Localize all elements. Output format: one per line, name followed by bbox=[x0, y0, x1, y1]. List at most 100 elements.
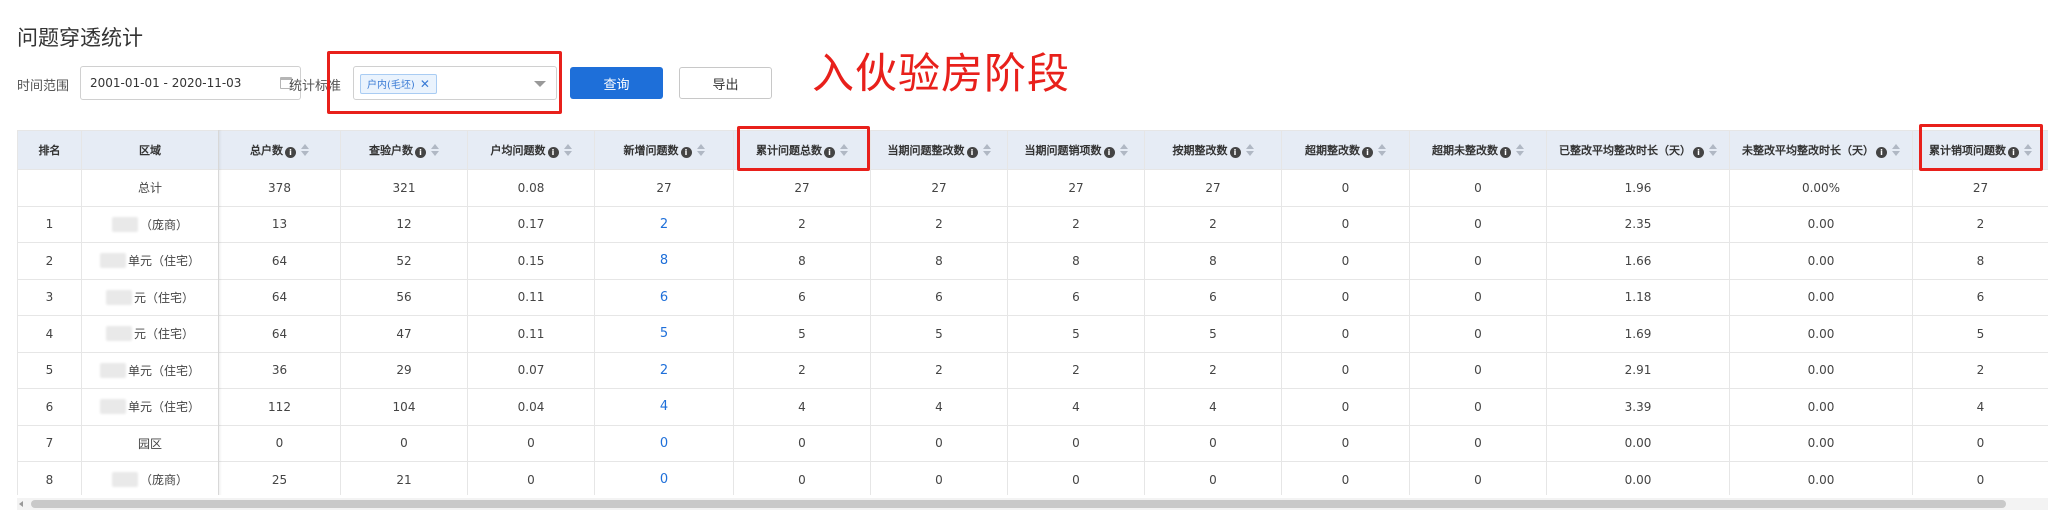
table-cell: 8 bbox=[1912, 242, 2048, 280]
table-cell: 25 bbox=[218, 461, 341, 495]
sort-icon[interactable] bbox=[1709, 144, 1717, 156]
info-icon[interactable]: i bbox=[285, 147, 296, 158]
new-issues-link[interactable]: 2 bbox=[660, 217, 668, 232]
sort-icon[interactable] bbox=[563, 144, 572, 156]
table-cell[interactable]: 4 bbox=[594, 388, 734, 426]
info-icon[interactable]: i bbox=[547, 147, 559, 158]
column-header[interactable]: 按期整改数 i bbox=[1144, 130, 1282, 170]
column-header[interactable]: 当期问题整改数 i bbox=[870, 130, 1008, 170]
table-cell: 0.04 bbox=[467, 388, 595, 426]
cell-value: 0 bbox=[1474, 326, 1482, 341]
sort-icon[interactable] bbox=[1119, 144, 1128, 156]
cell-value: 0.00 bbox=[1807, 436, 1835, 451]
table-cell: 64 bbox=[218, 278, 341, 316]
info-icon[interactable]: i bbox=[1876, 147, 1887, 158]
table-cell: 27 bbox=[1912, 169, 2048, 207]
cell-value: 元（住宅） bbox=[133, 290, 194, 305]
sort-icon[interactable] bbox=[696, 144, 705, 156]
cell-value: 8 bbox=[1976, 253, 1985, 268]
info-icon[interactable]: i bbox=[1229, 147, 1241, 158]
table-cell: （庞商） bbox=[81, 205, 219, 243]
table-cell: 5 bbox=[17, 351, 82, 389]
new-issues-link[interactable]: 0 bbox=[660, 472, 668, 487]
cell-value: 6 bbox=[1976, 290, 1985, 305]
cell-value: 56 bbox=[396, 290, 412, 305]
info-icon[interactable]: i bbox=[1362, 147, 1373, 158]
sort-icon[interactable] bbox=[982, 144, 991, 156]
sort-icon[interactable] bbox=[301, 144, 309, 156]
cell-value: 21 bbox=[396, 472, 412, 487]
column-header[interactable]: 户均问题数 i bbox=[467, 130, 595, 170]
redacted-region-name bbox=[99, 362, 126, 378]
cell-value: 2 bbox=[798, 363, 806, 378]
scroll-left-arrow-icon[interactable] bbox=[19, 501, 23, 507]
table-cell: 112 bbox=[218, 388, 341, 426]
sort-icon[interactable] bbox=[431, 144, 439, 156]
cell-value: 0 bbox=[1341, 326, 1350, 341]
cell-value: 单元（住宅） bbox=[127, 400, 200, 415]
export-button[interactable]: 导出 bbox=[679, 67, 772, 99]
sort-icon[interactable] bbox=[1378, 144, 1386, 156]
info-icon[interactable]: i bbox=[415, 147, 426, 158]
new-issues-link[interactable]: 6 bbox=[660, 290, 668, 305]
cell-value: 0 bbox=[1474, 399, 1482, 414]
sort-icon[interactable] bbox=[1892, 144, 1900, 156]
new-issues-link[interactable]: 2 bbox=[660, 363, 668, 378]
table-cell: 3.39 bbox=[1546, 388, 1730, 426]
table-cell: 27 bbox=[1007, 169, 1145, 207]
column-header[interactable]: 当期问题销项数 i bbox=[1007, 130, 1145, 170]
info-icon[interactable]: i bbox=[1103, 147, 1115, 158]
table-cell[interactable]: 5 bbox=[594, 315, 734, 353]
table-cell[interactable]: 2 bbox=[594, 351, 734, 389]
info-icon[interactable]: i bbox=[1693, 147, 1704, 158]
cell-value: 2.35 bbox=[1624, 217, 1652, 232]
table-cell: 园区 bbox=[81, 424, 219, 462]
table-cell: 2 bbox=[870, 205, 1008, 243]
cell-value: 0 bbox=[1341, 436, 1350, 451]
cell-value: 0 bbox=[1976, 436, 1985, 451]
column-header[interactable]: 已整改平均整改时长（天） i bbox=[1546, 130, 1730, 170]
query-button[interactable]: 查询 bbox=[570, 67, 663, 99]
cell-value: 0 bbox=[1209, 472, 1217, 487]
cell-value: 0 bbox=[1072, 472, 1080, 487]
table-cell[interactable]: 6 bbox=[594, 278, 734, 316]
info-icon[interactable]: i bbox=[680, 147, 692, 158]
column-header[interactable]: 未整改平均整改时长（天） i bbox=[1729, 130, 1913, 170]
cell-value: 0 bbox=[1341, 472, 1350, 487]
stats-table-container: 排名 区域 总户数 i 查验户数 i 户均问题数 i 新增问题数 i 累计问题总数 i 当期问题整改数 i… bbox=[17, 130, 2048, 495]
column-header[interactable]: 超期整改数 i bbox=[1281, 130, 1410, 170]
cell-value: 64 bbox=[271, 253, 288, 268]
table-cell[interactable]: 2 bbox=[594, 205, 734, 243]
table-cell: 8 bbox=[870, 242, 1008, 280]
cell-value: 0 bbox=[1341, 217, 1350, 232]
new-issues-link[interactable]: 0 bbox=[660, 436, 668, 451]
column-header[interactable]: 总户数 i bbox=[218, 130, 341, 170]
table-cell[interactable]: 0 bbox=[594, 461, 734, 495]
column-header[interactable]: 超期未整改数 i bbox=[1409, 130, 1547, 170]
sort-icon[interactable] bbox=[1245, 144, 1254, 156]
cell-value: 2 bbox=[1209, 363, 1217, 378]
cell-value: 3.39 bbox=[1624, 399, 1652, 414]
date-range-picker[interactable]: 2001-01-01 - 2020-11-03 bbox=[80, 66, 301, 100]
scrollbar-thumb[interactable] bbox=[31, 500, 2006, 508]
new-issues-link[interactable]: 8 bbox=[660, 253, 668, 268]
table-cell: 4 bbox=[1007, 388, 1145, 426]
table-cell: 0 bbox=[1409, 169, 1547, 207]
table-cell: 6 bbox=[1007, 278, 1145, 316]
table-cell[interactable]: 8 bbox=[594, 242, 734, 280]
table-cell[interactable]: 0 bbox=[594, 424, 734, 462]
table-cell: 27 bbox=[870, 169, 1008, 207]
sort-icon[interactable] bbox=[1516, 144, 1524, 156]
new-issues-link[interactable]: 4 bbox=[660, 399, 668, 414]
table-cell: 2 bbox=[733, 205, 871, 243]
table-cell: 2 bbox=[870, 351, 1008, 389]
column-header[interactable]: 新增问题数 i bbox=[594, 130, 734, 170]
new-issues-link[interactable]: 5 bbox=[660, 326, 668, 341]
cell-value: 0.00 bbox=[1807, 253, 1835, 268]
table-cell: 0.00 bbox=[1729, 424, 1913, 462]
horizontal-scrollbar[interactable] bbox=[17, 498, 2048, 510]
info-icon[interactable]: i bbox=[966, 147, 978, 158]
table-row: 3 元（住宅） 64 56 0.11 6 6 6 6 6 0 0 1.18 0.00 6 bbox=[17, 278, 2048, 316]
column-header[interactable]: 查验户数 i bbox=[340, 130, 468, 170]
info-icon[interactable]: i bbox=[1500, 147, 1511, 158]
